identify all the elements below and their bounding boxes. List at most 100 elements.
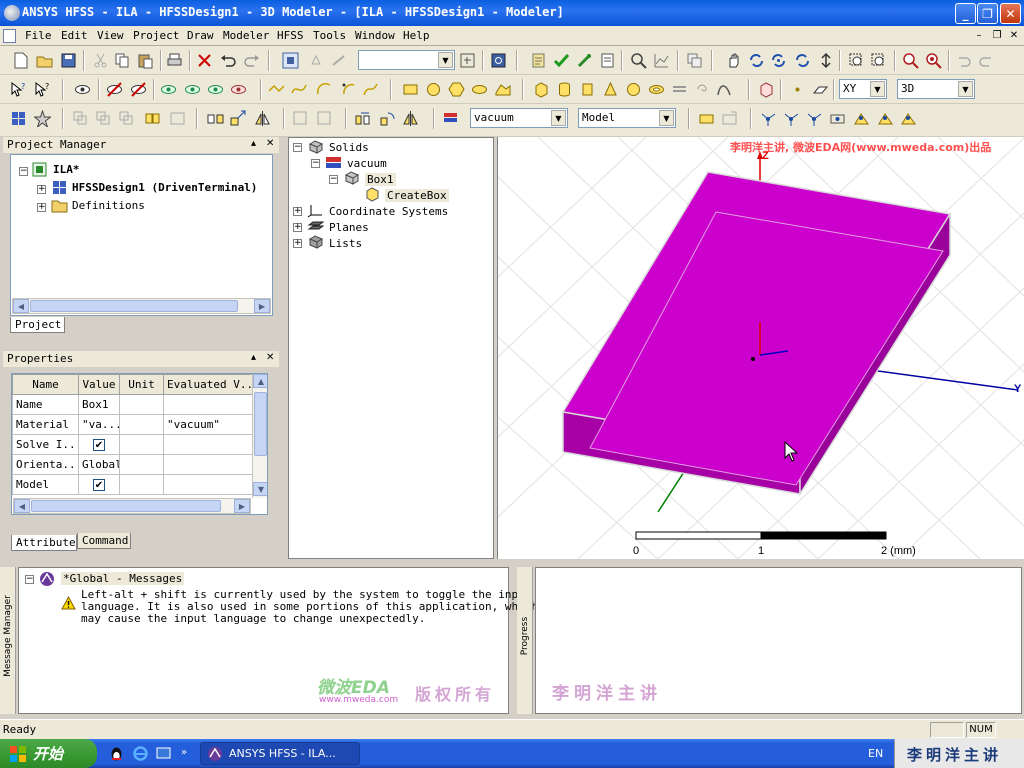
open-folder-icon[interactable] [36,52,53,69]
scroll-left-icon[interactable]: ◀ [14,499,30,513]
table-row[interactable]: Material "va... "vacuum" [12,414,253,435]
hide-selection-eye-icon[interactable] [130,81,147,98]
chevron-down-icon[interactable]: ▼ [958,81,973,97]
menu-help[interactable]: Help [403,29,430,42]
save-icon[interactable] [60,52,77,69]
draw-circle-icon[interactable] [425,81,442,98]
draw-bondwire-icon[interactable] [716,81,733,98]
model-checkbox[interactable]: ✔ [93,479,105,491]
column-header-name[interactable]: Name [12,374,79,395]
property-value[interactable]: "va... [78,414,120,435]
duplicate-around-axis-icon[interactable] [379,110,396,127]
analyze-icon[interactable] [576,52,593,69]
language-indicator[interactable]: EN [868,747,883,760]
mdi-close-button[interactable]: ✕ [1007,29,1021,43]
cover-icon[interactable] [316,110,333,127]
show-ports-eye-icon[interactable] [230,81,247,98]
split-icon[interactable] [207,110,224,127]
menu-window[interactable]: Window [355,29,395,42]
column-header-unit[interactable]: Unit [119,374,164,395]
expand-icon[interactable]: + [293,239,302,248]
rotate-axis-icon[interactable] [770,52,787,69]
view-undo-icon[interactable] [955,52,972,69]
chevron-down-icon[interactable]: ▼ [551,110,566,126]
tab-attribute[interactable]: Attribute [11,535,77,551]
report-icon[interactable] [653,52,670,69]
draw-regular-polyhedron-icon[interactable] [579,81,596,98]
copy-image-icon[interactable] [686,52,703,69]
unite-icon[interactable] [72,110,89,127]
modeler-cubes-icon[interactable] [10,110,27,127]
scroll-right-icon[interactable]: ▶ [234,499,250,513]
mirror-icon[interactable] [254,110,271,127]
tab-command[interactable]: Command [77,533,131,549]
select-face-icon[interactable] [308,52,325,69]
snap-edge-center-icon[interactable] [806,110,823,127]
tree-item-vacuum[interactable]: vacuum [347,157,387,170]
movement-mode-combo[interactable]: 3D ▼ [897,79,975,99]
chevron-down-icon[interactable]: ▼ [659,110,674,126]
qq-penguin-icon[interactable] [108,745,125,762]
results-icon[interactable] [599,52,616,69]
properties-vscrollbar[interactable]: ▲ ▼ [252,374,267,498]
imprint-icon[interactable] [144,110,161,127]
zoom-out-icon[interactable] [870,52,887,69]
collapse-icon[interactable]: − [25,575,34,584]
show-view-eye-icon[interactable] [207,81,224,98]
draw-equation-surface-icon[interactable] [494,81,511,98]
scroll-thumb[interactable] [254,392,267,456]
collapse-icon[interactable]: − [329,175,338,184]
help-cursor-icon[interactable]: ? [10,81,27,98]
chevron-down-icon[interactable]: ▼ [870,81,885,97]
measure-icon[interactable] [698,110,715,127]
draw-spiral-icon[interactable] [694,81,711,98]
scroll-down-icon[interactable]: ▼ [253,482,267,496]
rotate-icon[interactable] [748,52,765,69]
close-icon[interactable]: ✕ [266,352,274,363]
close-icon[interactable]: ✕ [266,138,274,149]
column-header-evaluated[interactable]: Evaluated V... [163,374,253,395]
snap-cs-icon[interactable] [900,110,917,127]
draw-center-arc-icon[interactable] [340,81,357,98]
tree-item-coordinate-systems[interactable]: Coordinate Systems [329,205,448,218]
ansys-app-icon[interactable] [4,5,20,21]
table-row[interactable]: Name Box1 [12,394,253,415]
table-row[interactable]: Solve I... ✔ [12,434,253,455]
draw-cone-icon[interactable] [602,81,619,98]
modeler-viewport[interactable]: 0 1 2 (mm) Z Y 李明洋主讲, 微波EDA网(www.mweda.c… [497,137,1024,559]
snap-quadrant-icon[interactable] [853,110,870,127]
modeler-star-icon[interactable] [34,110,51,127]
mdi-minimize-button[interactable]: – [972,29,986,43]
move-icon[interactable] [230,110,247,127]
subtract-icon[interactable] [95,110,112,127]
show-all-eye-icon[interactable] [160,81,177,98]
zoom-icon[interactable] [818,52,835,69]
hide-all-eye-icon[interactable] [106,81,123,98]
redo-icon[interactable] [243,52,260,69]
expand-icon[interactable]: + [293,207,302,216]
definitions-item[interactable]: Definitions [72,199,145,212]
help-about-icon[interactable] [490,52,507,69]
draw-cylinder-icon[interactable] [556,81,573,98]
pin-icon[interactable]: ▴ [251,138,256,149]
draw-line-icon[interactable] [268,81,285,98]
draw-regular-polygon-icon[interactable] [448,81,465,98]
show-eye-icon[interactable] [74,81,91,98]
pan-hand-icon[interactable] [725,52,742,69]
tree-item-planes[interactable]: Planes [329,221,369,234]
document-icon[interactable] [3,29,16,43]
property-value[interactable]: ✔ [78,434,120,455]
snap-arc-center-icon[interactable] [877,110,894,127]
menu-view[interactable]: View [97,29,124,42]
collapse-icon[interactable]: − [311,159,320,168]
draw-rectangle-icon[interactable] [402,81,419,98]
grid-icon[interactable] [721,110,738,127]
close-button[interactable]: ✕ [1000,3,1021,24]
properties-hscrollbar[interactable]: ◀ ▶ [13,498,251,514]
whats-this-icon[interactable]: ? [34,81,51,98]
print-icon[interactable] [166,52,183,69]
menu-file[interactable]: File [25,29,52,42]
restore-button[interactable]: ❐ [977,3,998,24]
menu-hfss[interactable]: HFSS [277,29,304,42]
scroll-up-icon[interactable]: ▲ [253,374,267,388]
